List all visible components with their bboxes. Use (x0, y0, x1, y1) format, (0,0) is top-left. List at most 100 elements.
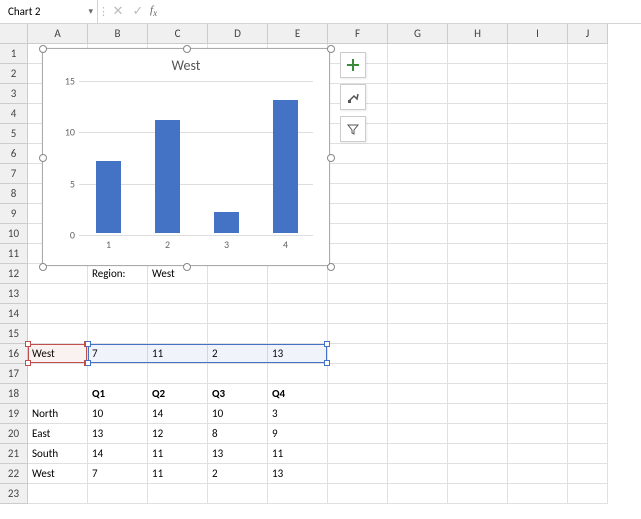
cell-I18[interactable] (508, 384, 568, 404)
cell-I10[interactable] (508, 224, 568, 244)
row-header-22[interactable]: 22 (0, 464, 28, 484)
cell-H16[interactable] (448, 344, 508, 364)
cell-G18[interactable] (388, 384, 448, 404)
cell-J6[interactable] (568, 144, 608, 164)
row-header-18[interactable]: 18 (0, 384, 28, 404)
cell-H20[interactable] (448, 424, 508, 444)
chart-filters-button[interactable] (340, 116, 366, 142)
bar-1[interactable] (96, 161, 121, 233)
cell-G9[interactable] (388, 204, 448, 224)
cell-H21[interactable] (448, 444, 508, 464)
cell-E21[interactable]: 11 (268, 444, 328, 464)
cancel-icon[interactable]: ✕ (108, 4, 128, 19)
row-header-1[interactable]: 1 (0, 44, 28, 64)
cell-A15[interactable] (28, 324, 88, 344)
cell-G8[interactable] (388, 184, 448, 204)
cell-J3[interactable] (568, 84, 608, 104)
cell-J19[interactable] (568, 404, 608, 424)
select-all-corner[interactable] (0, 24, 28, 44)
column-header-A[interactable]: A (28, 24, 88, 44)
cell-J10[interactable] (568, 224, 608, 244)
cell-G23[interactable] (388, 484, 448, 504)
name-box-input[interactable] (6, 4, 91, 19)
cell-E15[interactable] (268, 324, 328, 344)
row-header-7[interactable]: 7 (0, 164, 28, 184)
cell-E14[interactable] (268, 304, 328, 324)
cell-G4[interactable] (388, 104, 448, 124)
cell-I8[interactable] (508, 184, 568, 204)
cell-F9[interactable] (328, 204, 388, 224)
row-header-3[interactable]: 3 (0, 84, 28, 104)
cell-G19[interactable] (388, 404, 448, 424)
cell-J11[interactable] (568, 244, 608, 264)
cell-E22[interactable]: 13 (268, 464, 328, 484)
cell-F7[interactable] (328, 164, 388, 184)
cell-J15[interactable] (568, 324, 608, 344)
cell-H22[interactable] (448, 464, 508, 484)
cell-D22[interactable]: 2 (208, 464, 268, 484)
cell-C23[interactable] (148, 484, 208, 504)
cell-J9[interactable] (568, 204, 608, 224)
chart-selection-handle[interactable] (327, 45, 335, 53)
cell-H8[interactable] (448, 184, 508, 204)
bar-4[interactable] (273, 100, 298, 233)
cell-C17[interactable] (148, 364, 208, 384)
cell-F8[interactable] (328, 184, 388, 204)
cell-C19[interactable]: 14 (148, 404, 208, 424)
cell-J12[interactable] (568, 264, 608, 284)
row-header-11[interactable]: 11 (0, 244, 28, 264)
row-header-10[interactable]: 10 (0, 224, 28, 244)
cell-G15[interactable] (388, 324, 448, 344)
row-header-23[interactable]: 23 (0, 484, 28, 504)
cell-G13[interactable] (388, 284, 448, 304)
row-header-6[interactable]: 6 (0, 144, 28, 164)
cell-J14[interactable] (568, 304, 608, 324)
cell-H6[interactable] (448, 144, 508, 164)
cell-I3[interactable] (508, 84, 568, 104)
column-header-I[interactable]: I (508, 24, 568, 44)
cell-D19[interactable]: 10 (208, 404, 268, 424)
cell-J4[interactable] (568, 104, 608, 124)
cell-F16[interactable] (328, 344, 388, 364)
cell-H15[interactable] (448, 324, 508, 344)
chart-selection-handle[interactable] (327, 263, 335, 271)
cell-J1[interactable] (568, 44, 608, 64)
cell-F19[interactable] (328, 404, 388, 424)
cell-B17[interactable] (88, 364, 148, 384)
cell-G17[interactable] (388, 364, 448, 384)
bar-3[interactable] (214, 212, 239, 233)
cell-B13[interactable] (88, 284, 148, 304)
cell-G11[interactable] (388, 244, 448, 264)
cell-F6[interactable] (328, 144, 388, 164)
cell-A20[interactable]: East (28, 424, 88, 444)
cell-G6[interactable] (388, 144, 448, 164)
bar-2[interactable] (155, 120, 180, 233)
cell-F13[interactable] (328, 284, 388, 304)
cell-G1[interactable] (388, 44, 448, 64)
cell-I21[interactable] (508, 444, 568, 464)
cell-J8[interactable] (568, 184, 608, 204)
enter-icon[interactable]: ✓ (128, 4, 148, 19)
cell-C15[interactable] (148, 324, 208, 344)
row-header-2[interactable]: 2 (0, 64, 28, 84)
cell-D18[interactable]: Q3 (208, 384, 268, 404)
cell-I22[interactable] (508, 464, 568, 484)
chart-selection-handle[interactable] (183, 45, 191, 53)
cell-H7[interactable] (448, 164, 508, 184)
cell-E19[interactable]: 3 (268, 404, 328, 424)
cell-E20[interactable]: 9 (268, 424, 328, 444)
cell-I6[interactable] (508, 144, 568, 164)
cell-D15[interactable] (208, 324, 268, 344)
column-header-G[interactable]: G (388, 24, 448, 44)
cell-F14[interactable] (328, 304, 388, 324)
cell-H2[interactable] (448, 64, 508, 84)
cell-H9[interactable] (448, 204, 508, 224)
cell-I7[interactable] (508, 164, 568, 184)
cell-J17[interactable] (568, 364, 608, 384)
cell-I4[interactable] (508, 104, 568, 124)
cell-I14[interactable] (508, 304, 568, 324)
cell-J23[interactable] (568, 484, 608, 504)
cell-F21[interactable] (328, 444, 388, 464)
cell-H17[interactable] (448, 364, 508, 384)
cell-J20[interactable] (568, 424, 608, 444)
